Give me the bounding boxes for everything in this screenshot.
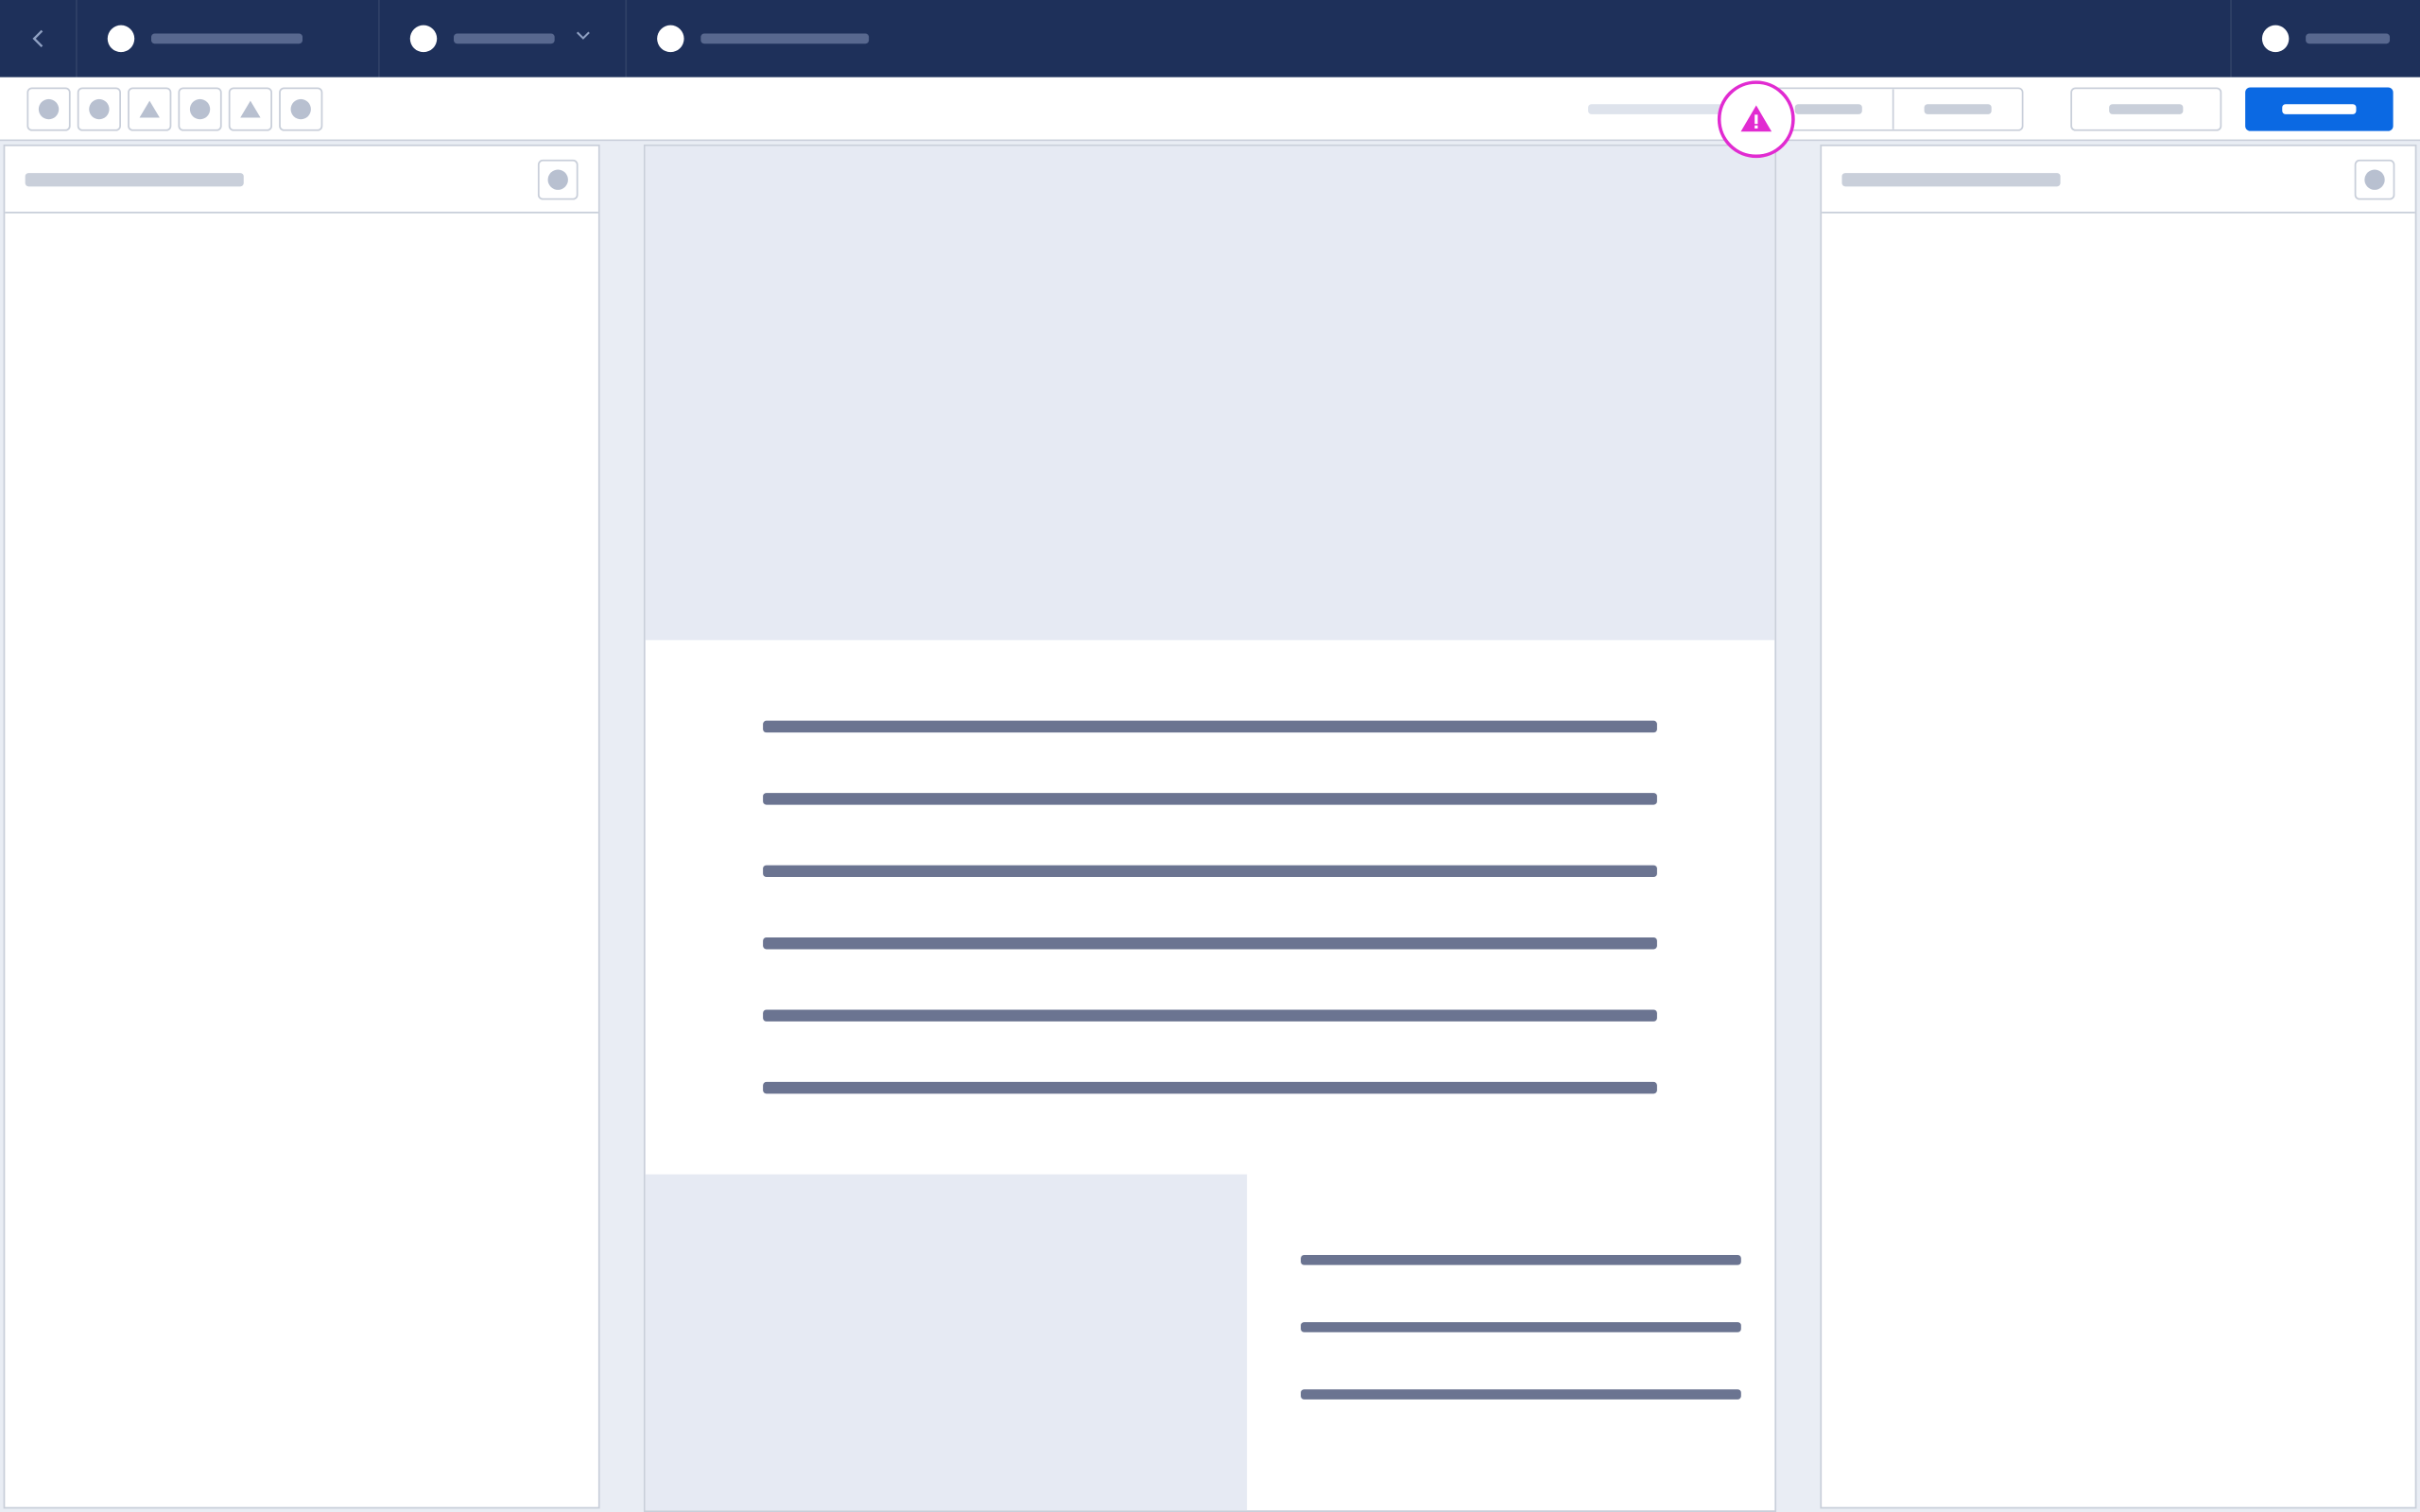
secondary-action-button[interactable] bbox=[2070, 87, 2221, 130]
circle-icon bbox=[89, 98, 109, 118]
nav-section-3-label bbox=[700, 34, 869, 44]
nav-section-3[interactable] bbox=[627, 0, 963, 77]
user-menu-label bbox=[2306, 34, 2390, 44]
project-icon bbox=[410, 26, 437, 52]
body-text-line bbox=[763, 793, 1657, 804]
left-panel-body bbox=[5, 214, 598, 1507]
warning-badge[interactable] bbox=[1718, 80, 1795, 158]
toolbar-status-text bbox=[1588, 103, 1739, 113]
tool-6-button[interactable] bbox=[279, 87, 322, 130]
circle-icon bbox=[39, 98, 59, 118]
canvas-area[interactable] bbox=[603, 141, 1817, 1512]
page-icon bbox=[657, 26, 683, 52]
nav-section-2-label bbox=[454, 34, 555, 44]
tool-5-button[interactable] bbox=[229, 87, 272, 130]
document-body bbox=[646, 640, 1775, 1127]
tool-3-button[interactable] bbox=[128, 87, 171, 130]
chevron-down-icon bbox=[571, 23, 595, 55]
left-panel-action-button[interactable] bbox=[538, 159, 579, 199]
avatar-icon bbox=[2262, 26, 2289, 52]
inset-text-column bbox=[1301, 1175, 1774, 1511]
left-panel-title bbox=[26, 172, 244, 185]
left-panel bbox=[4, 145, 600, 1509]
triangle-up-icon bbox=[240, 100, 260, 117]
nav-section-1-label bbox=[151, 34, 302, 44]
tool-2-button[interactable] bbox=[78, 87, 121, 130]
right-panel-title bbox=[1841, 172, 2060, 185]
tool-4-button[interactable] bbox=[178, 87, 221, 130]
body-text-line bbox=[1301, 1255, 1741, 1265]
body-text-line bbox=[1301, 1389, 1741, 1400]
body-text-line bbox=[763, 1009, 1657, 1021]
primary-action-button[interactable] bbox=[2245, 87, 2393, 130]
user-menu[interactable] bbox=[2230, 0, 2420, 77]
circle-icon bbox=[291, 98, 311, 118]
warning-triangle-icon bbox=[1737, 101, 1774, 138]
toolbar bbox=[0, 77, 2420, 142]
right-panel bbox=[1820, 145, 2416, 1509]
document-split-section bbox=[646, 1175, 1775, 1511]
tool-1-button[interactable] bbox=[26, 87, 70, 130]
body-text-line bbox=[763, 937, 1657, 949]
body-text-line bbox=[763, 1082, 1657, 1093]
body-text-line bbox=[763, 866, 1657, 877]
inset-image-placeholder bbox=[646, 1175, 1247, 1511]
document-page bbox=[644, 145, 1776, 1512]
left-panel-header bbox=[5, 146, 598, 214]
right-panel-action-button[interactable] bbox=[2355, 159, 2395, 199]
nav-section-2[interactable] bbox=[380, 0, 627, 77]
right-panel-header bbox=[1822, 146, 2415, 214]
body-text-line bbox=[1301, 1322, 1741, 1332]
segmented-option-2[interactable] bbox=[1894, 88, 2022, 129]
right-panel-body bbox=[1822, 214, 2415, 1507]
workspace-icon bbox=[108, 26, 134, 52]
circle-icon bbox=[2364, 169, 2384, 189]
body-text-line bbox=[763, 721, 1657, 732]
nav-section-1[interactable] bbox=[78, 0, 380, 77]
hero-image-placeholder bbox=[646, 146, 1775, 641]
view-mode-segmented bbox=[1763, 87, 2024, 130]
workspace bbox=[0, 141, 2420, 1512]
arrow-left-icon bbox=[25, 26, 51, 52]
top-nav-bar bbox=[0, 0, 2420, 77]
triangle-up-icon bbox=[140, 100, 160, 117]
circle-icon bbox=[190, 98, 210, 118]
back-button[interactable] bbox=[0, 0, 78, 77]
circle-icon bbox=[548, 169, 568, 189]
